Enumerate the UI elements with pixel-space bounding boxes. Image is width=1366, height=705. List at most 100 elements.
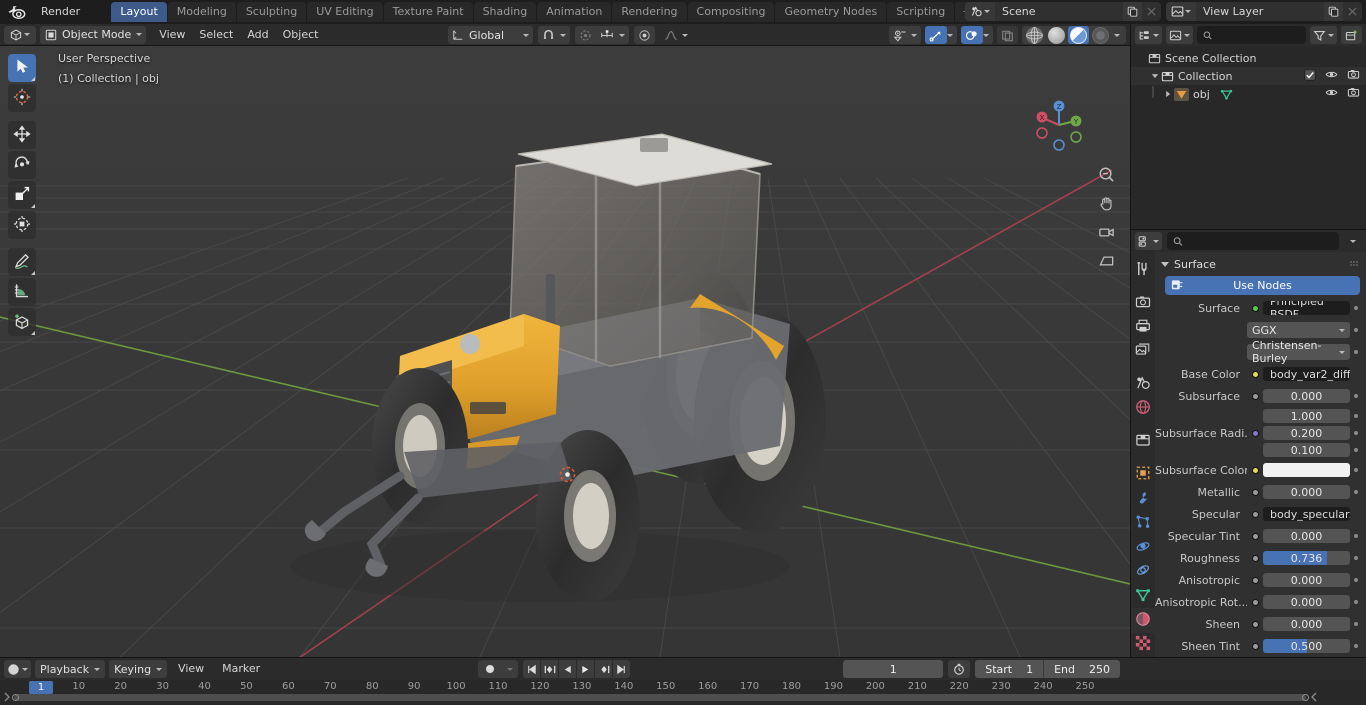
prev-keyframe-icon[interactable] bbox=[541, 660, 558, 678]
outliner-row[interactable]: Scene Collection bbox=[1131, 49, 1366, 67]
property-slider[interactable]: 0.000 bbox=[1263, 389, 1350, 403]
chevron-down-icon[interactable] bbox=[1328, 33, 1334, 37]
animate-property-dot[interactable] bbox=[1350, 448, 1362, 452]
animate-property-dot[interactable] bbox=[1350, 490, 1362, 494]
node-socket[interactable] bbox=[1247, 639, 1263, 653]
proportional-falloff-group[interactable] bbox=[660, 26, 692, 44]
timeline-editor-type[interactable] bbox=[4, 660, 31, 678]
workspace-tab-modeling[interactable]: Modeling bbox=[167, 2, 236, 22]
disclosure-closed-icon[interactable] bbox=[1161, 90, 1174, 98]
use-preview-range-button[interactable] bbox=[948, 660, 971, 678]
ortho-persp-toggle-icon[interactable] bbox=[1096, 251, 1116, 271]
object-types-visibility-icon[interactable] bbox=[889, 26, 911, 44]
chevron-down-icon[interactable] bbox=[136, 33, 143, 36]
workspace-tab-compositing[interactable]: Compositing bbox=[687, 2, 775, 22]
vector-component[interactable]: 0.100 bbox=[1263, 443, 1350, 457]
workspace-tab-rendering[interactable]: Rendering bbox=[612, 2, 687, 22]
property-value-field[interactable]: Principled BSDF bbox=[1263, 301, 1350, 315]
scene-icon[interactable] bbox=[965, 2, 995, 21]
properties-content[interactable]: Surface Use Nodes Surface Principled BSDF… bbox=[1155, 252, 1366, 657]
expand-arrow-icon[interactable] bbox=[2, 691, 12, 703]
workspace-tab-layout[interactable]: Layout bbox=[111, 2, 167, 22]
properties-tab-constraints[interactable] bbox=[1131, 560, 1155, 584]
mode-select[interactable]: Object Mode bbox=[40, 25, 147, 44]
vector-component[interactable]: 1.000 bbox=[1263, 409, 1350, 423]
hand-pan-icon[interactable] bbox=[1096, 193, 1116, 213]
animate-property-dot[interactable] bbox=[1350, 414, 1362, 418]
timeline-menu-keying[interactable]: Keying bbox=[109, 660, 168, 678]
scrollbar-right-handle[interactable] bbox=[1302, 694, 1309, 701]
chevron-down-icon[interactable] bbox=[1153, 33, 1159, 37]
chevron-down-icon[interactable] bbox=[682, 26, 692, 44]
properties-editor-type[interactable] bbox=[1135, 232, 1162, 250]
properties-tab-output[interactable] bbox=[1131, 315, 1155, 339]
tool-scale-tool[interactable] bbox=[8, 181, 36, 209]
collapse-arrow-icon[interactable] bbox=[1309, 691, 1319, 703]
animate-property-dot[interactable] bbox=[1350, 644, 1362, 648]
disclosure-triangle-icon[interactable] bbox=[1161, 261, 1169, 267]
view-layer-datablock[interactable]: View Layer bbox=[1166, 2, 1362, 21]
3d-viewport[interactable]: User Perspective (1) Collection | obj Z … bbox=[0, 46, 1130, 657]
tool-measure-tool[interactable] bbox=[8, 278, 36, 306]
properties-tab-tool[interactable] bbox=[1131, 258, 1155, 282]
object-types-visibility-group[interactable] bbox=[889, 26, 921, 44]
current-frame-field[interactable]: 1 bbox=[843, 660, 944, 678]
chevron-down-icon[interactable] bbox=[911, 26, 921, 44]
jump-end-icon[interactable] bbox=[613, 660, 630, 678]
node-socket[interactable] bbox=[1247, 367, 1263, 381]
viewport-menu-object[interactable]: Object bbox=[276, 26, 326, 44]
next-keyframe-icon[interactable] bbox=[595, 660, 612, 678]
xray-toggle[interactable] bbox=[997, 26, 1018, 44]
properties-tab-object[interactable] bbox=[1131, 463, 1155, 487]
property-slider[interactable]: 0.000 bbox=[1263, 595, 1350, 609]
outliner-display-mode[interactable] bbox=[1135, 26, 1162, 44]
tool-add-cube-tool[interactable] bbox=[8, 308, 36, 336]
disclosure-open-icon[interactable] bbox=[1148, 72, 1161, 80]
property-slider[interactable]: 0.000 bbox=[1263, 617, 1350, 631]
chevron-down-icon[interactable] bbox=[983, 26, 993, 44]
view-layer-name[interactable]: View Layer bbox=[1196, 2, 1324, 21]
node-socket[interactable] bbox=[1247, 389, 1263, 403]
workspace-tab-shading[interactable]: Shading bbox=[473, 2, 537, 22]
xray-icon[interactable] bbox=[997, 26, 1018, 44]
shading-material-preview[interactable] bbox=[1068, 26, 1089, 44]
chevron-down-icon[interactable] bbox=[94, 667, 101, 671]
tool-tweak-select-tool[interactable] bbox=[8, 54, 36, 82]
unlink-x-icon[interactable] bbox=[1343, 2, 1362, 21]
blender-logo[interactable] bbox=[6, 2, 26, 22]
navigation-gizmo[interactable]: Z Y X bbox=[1030, 96, 1088, 154]
workspace-tab-uv-editing[interactable]: UV Editing bbox=[307, 2, 383, 22]
tool-rotate-tool[interactable] bbox=[8, 151, 36, 179]
animate-property-dot[interactable] bbox=[1350, 600, 1362, 604]
properties-tab-render[interactable] bbox=[1131, 291, 1155, 315]
workspace-tab-geometry-nodes[interactable]: Geometry Nodes bbox=[775, 2, 887, 22]
camera-view-icon[interactable] bbox=[1096, 222, 1116, 242]
properties-tab-material[interactable] bbox=[1131, 608, 1155, 633]
property-slider[interactable]: 0.000 bbox=[1263, 529, 1350, 543]
animate-property-dot[interactable] bbox=[1350, 431, 1362, 435]
magnet-icon[interactable] bbox=[538, 26, 559, 44]
chevron-down-icon[interactable] bbox=[1153, 239, 1159, 243]
node-socket[interactable] bbox=[1247, 573, 1263, 587]
outliner-tree[interactable]: Scene Collection Collection obj bbox=[1131, 46, 1366, 229]
animate-property-dot[interactable] bbox=[1350, 468, 1362, 472]
viewport-menu-view[interactable]: View bbox=[152, 26, 192, 44]
timeline-menu-playback[interactable]: Playback bbox=[35, 660, 106, 678]
node-socket[interactable] bbox=[1247, 551, 1263, 565]
snap-group[interactable] bbox=[538, 26, 571, 44]
pivot-icon[interactable] bbox=[634, 26, 655, 44]
frame-range-fields[interactable]: Start 1 End 250 bbox=[975, 660, 1120, 678]
shading-wireframe[interactable] bbox=[1024, 26, 1045, 44]
snap-to-increment-icon[interactable] bbox=[596, 26, 618, 44]
chevron-down-icon[interactable] bbox=[156, 667, 163, 671]
animate-property-dot[interactable] bbox=[1350, 350, 1362, 354]
node-socket[interactable] bbox=[1247, 595, 1263, 609]
viewport-menu-select[interactable]: Select bbox=[192, 26, 240, 44]
tool-subtype-indicator[interactable] bbox=[31, 331, 35, 335]
end-frame[interactable]: End 250 bbox=[1044, 660, 1120, 678]
workspace-tab-animation[interactable]: Animation bbox=[537, 2, 612, 22]
view-layer-image-icon[interactable] bbox=[1166, 2, 1196, 21]
duplicate-icon[interactable] bbox=[1123, 2, 1142, 21]
properties-search[interactable] bbox=[1167, 232, 1339, 250]
tractor-model[interactable] bbox=[0, 46, 1130, 657]
